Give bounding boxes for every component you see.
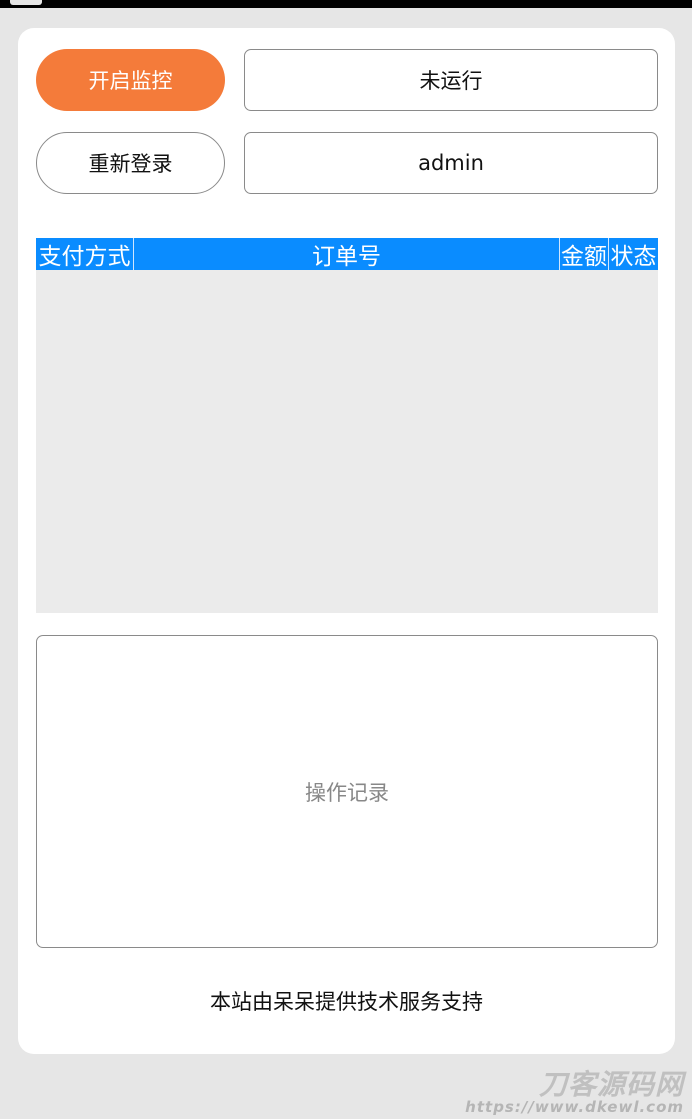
orders-table-header: 支付方式 订单号 金额 状态 [36,238,658,270]
watermark-logo-text: 刀客源码网 [538,1068,684,1101]
footer-credit: 本站由呆呆提供技术服务支持 [210,990,483,1014]
column-header-amount: 金额 [559,238,608,270]
window-tab [10,0,42,5]
column-header-payment-method: 支付方式 [38,244,131,270]
site-watermark-logo: 刀客源码网 https://www.dkewl.com [465,1068,684,1116]
watermark-url: https://www.dkewl.com [465,1098,684,1116]
column-header-order-number: 订单号 [133,238,559,270]
operation-log-area[interactable]: 操作记录 [36,635,658,948]
username-display: admin [244,132,658,194]
run-status-display: 未运行 [244,49,658,111]
main-card: 开启监控 未运行 重新登录 admin 支付方式 订单号 金额 状态 操作记录 … [18,28,675,1054]
top-status-bar [0,0,692,8]
operation-log-placeholder: 操作记录 [305,780,389,805]
column-header-status: 状态 [608,238,658,270]
orders-table: 支付方式 订单号 金额 状态 [36,238,658,613]
relogin-button[interactable]: 重新登录 [36,132,225,194]
start-monitor-button[interactable]: 开启监控 [36,49,225,111]
